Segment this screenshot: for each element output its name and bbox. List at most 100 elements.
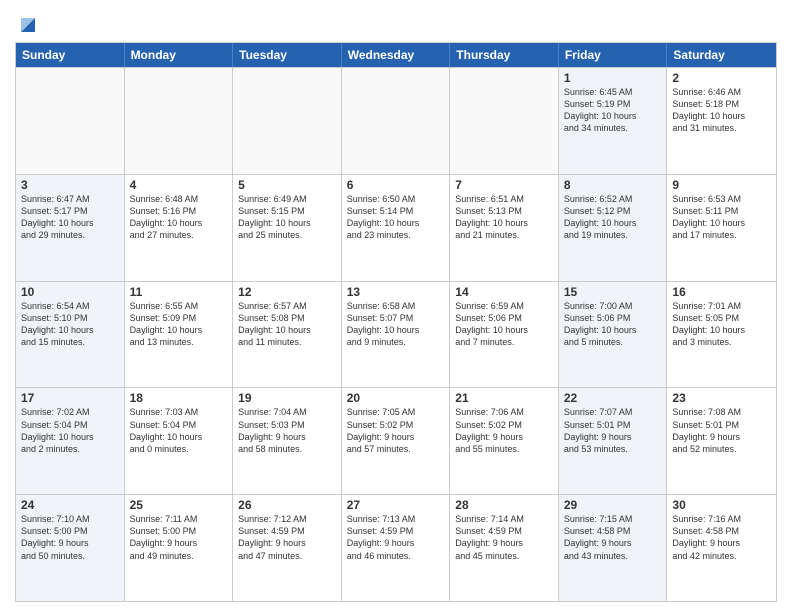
calendar-cell: 26Sunrise: 7:12 AM Sunset: 4:59 PM Dayli… [233,495,342,601]
calendar-cell: 23Sunrise: 7:08 AM Sunset: 5:01 PM Dayli… [667,388,776,494]
day-number: 1 [564,71,662,85]
day-number: 25 [130,498,228,512]
day-info: Sunrise: 7:00 AM Sunset: 5:06 PM Dayligh… [564,300,662,349]
calendar-row: 1Sunrise: 6:45 AM Sunset: 5:19 PM Daylig… [16,67,776,174]
day-info: Sunrise: 7:13 AM Sunset: 4:59 PM Dayligh… [347,513,445,562]
day-info: Sunrise: 7:10 AM Sunset: 5:00 PM Dayligh… [21,513,119,562]
day-info: Sunrise: 7:16 AM Sunset: 4:58 PM Dayligh… [672,513,771,562]
calendar-cell [125,68,234,174]
calendar-cell: 4Sunrise: 6:48 AM Sunset: 5:16 PM Daylig… [125,175,234,281]
day-number: 27 [347,498,445,512]
day-number: 2 [672,71,771,85]
calendar-row: 24Sunrise: 7:10 AM Sunset: 5:00 PM Dayli… [16,494,776,601]
day-info: Sunrise: 6:57 AM Sunset: 5:08 PM Dayligh… [238,300,336,349]
day-info: Sunrise: 6:48 AM Sunset: 5:16 PM Dayligh… [130,193,228,242]
calendar-cell: 30Sunrise: 7:16 AM Sunset: 4:58 PM Dayli… [667,495,776,601]
calendar-row: 17Sunrise: 7:02 AM Sunset: 5:04 PM Dayli… [16,387,776,494]
calendar-cell: 28Sunrise: 7:14 AM Sunset: 4:59 PM Dayli… [450,495,559,601]
day-info: Sunrise: 6:45 AM Sunset: 5:19 PM Dayligh… [564,86,662,135]
calendar-cell: 7Sunrise: 6:51 AM Sunset: 5:13 PM Daylig… [450,175,559,281]
day-number: 24 [21,498,119,512]
calendar-cell: 3Sunrise: 6:47 AM Sunset: 5:17 PM Daylig… [16,175,125,281]
day-info: Sunrise: 7:04 AM Sunset: 5:03 PM Dayligh… [238,406,336,455]
weekday-header: Wednesday [342,43,451,67]
calendar-cell: 19Sunrise: 7:04 AM Sunset: 5:03 PM Dayli… [233,388,342,494]
calendar-cell [233,68,342,174]
day-number: 13 [347,285,445,299]
calendar-cell: 5Sunrise: 6:49 AM Sunset: 5:15 PM Daylig… [233,175,342,281]
calendar-cell: 10Sunrise: 6:54 AM Sunset: 5:10 PM Dayli… [16,282,125,388]
weekday-header: Sunday [16,43,125,67]
calendar-cell [342,68,451,174]
day-info: Sunrise: 6:49 AM Sunset: 5:15 PM Dayligh… [238,193,336,242]
calendar-cell: 11Sunrise: 6:55 AM Sunset: 5:09 PM Dayli… [125,282,234,388]
day-number: 9 [672,178,771,192]
calendar-cell: 1Sunrise: 6:45 AM Sunset: 5:19 PM Daylig… [559,68,668,174]
calendar-cell: 14Sunrise: 6:59 AM Sunset: 5:06 PM Dayli… [450,282,559,388]
calendar-row: 10Sunrise: 6:54 AM Sunset: 5:10 PM Dayli… [16,281,776,388]
day-number: 3 [21,178,119,192]
calendar-cell: 6Sunrise: 6:50 AM Sunset: 5:14 PM Daylig… [342,175,451,281]
calendar-header: SundayMondayTuesdayWednesdayThursdayFrid… [16,43,776,67]
calendar-cell: 17Sunrise: 7:02 AM Sunset: 5:04 PM Dayli… [16,388,125,494]
page: SundayMondayTuesdayWednesdayThursdayFrid… [0,0,792,612]
calendar-cell: 8Sunrise: 6:52 AM Sunset: 5:12 PM Daylig… [559,175,668,281]
day-info: Sunrise: 6:55 AM Sunset: 5:09 PM Dayligh… [130,300,228,349]
calendar-cell [16,68,125,174]
calendar-cell: 18Sunrise: 7:03 AM Sunset: 5:04 PM Dayli… [125,388,234,494]
day-info: Sunrise: 7:01 AM Sunset: 5:05 PM Dayligh… [672,300,771,349]
calendar-cell: 22Sunrise: 7:07 AM Sunset: 5:01 PM Dayli… [559,388,668,494]
day-number: 21 [455,391,553,405]
header [15,10,777,36]
day-number: 29 [564,498,662,512]
day-info: Sunrise: 7:03 AM Sunset: 5:04 PM Dayligh… [130,406,228,455]
day-info: Sunrise: 7:14 AM Sunset: 4:59 PM Dayligh… [455,513,553,562]
calendar-cell: 20Sunrise: 7:05 AM Sunset: 5:02 PM Dayli… [342,388,451,494]
weekday-header: Thursday [450,43,559,67]
calendar-body: 1Sunrise: 6:45 AM Sunset: 5:19 PM Daylig… [16,67,776,601]
day-number: 15 [564,285,662,299]
calendar-cell: 2Sunrise: 6:46 AM Sunset: 5:18 PM Daylig… [667,68,776,174]
calendar-cell: 21Sunrise: 7:06 AM Sunset: 5:02 PM Dayli… [450,388,559,494]
day-number: 23 [672,391,771,405]
day-info: Sunrise: 7:06 AM Sunset: 5:02 PM Dayligh… [455,406,553,455]
day-info: Sunrise: 7:15 AM Sunset: 4:58 PM Dayligh… [564,513,662,562]
day-number: 14 [455,285,553,299]
weekday-header: Tuesday [233,43,342,67]
day-number: 17 [21,391,119,405]
day-number: 10 [21,285,119,299]
day-number: 26 [238,498,336,512]
day-number: 19 [238,391,336,405]
calendar-cell: 13Sunrise: 6:58 AM Sunset: 5:07 PM Dayli… [342,282,451,388]
calendar-cell [450,68,559,174]
day-number: 28 [455,498,553,512]
day-number: 11 [130,285,228,299]
day-info: Sunrise: 6:54 AM Sunset: 5:10 PM Dayligh… [21,300,119,349]
day-info: Sunrise: 7:07 AM Sunset: 5:01 PM Dayligh… [564,406,662,455]
day-info: Sunrise: 6:50 AM Sunset: 5:14 PM Dayligh… [347,193,445,242]
calendar-row: 3Sunrise: 6:47 AM Sunset: 5:17 PM Daylig… [16,174,776,281]
calendar-cell: 29Sunrise: 7:15 AM Sunset: 4:58 PM Dayli… [559,495,668,601]
day-info: Sunrise: 7:08 AM Sunset: 5:01 PM Dayligh… [672,406,771,455]
day-number: 22 [564,391,662,405]
calendar-cell: 27Sunrise: 7:13 AM Sunset: 4:59 PM Dayli… [342,495,451,601]
day-info: Sunrise: 6:51 AM Sunset: 5:13 PM Dayligh… [455,193,553,242]
day-number: 30 [672,498,771,512]
day-number: 8 [564,178,662,192]
weekday-header: Monday [125,43,234,67]
calendar-cell: 24Sunrise: 7:10 AM Sunset: 5:00 PM Dayli… [16,495,125,601]
calendar-cell: 9Sunrise: 6:53 AM Sunset: 5:11 PM Daylig… [667,175,776,281]
weekday-header: Friday [559,43,668,67]
day-number: 18 [130,391,228,405]
logo-icon [17,14,39,36]
day-info: Sunrise: 7:05 AM Sunset: 5:02 PM Dayligh… [347,406,445,455]
day-number: 6 [347,178,445,192]
day-number: 16 [672,285,771,299]
day-info: Sunrise: 6:59 AM Sunset: 5:06 PM Dayligh… [455,300,553,349]
day-info: Sunrise: 7:11 AM Sunset: 5:00 PM Dayligh… [130,513,228,562]
day-number: 7 [455,178,553,192]
day-number: 20 [347,391,445,405]
day-info: Sunrise: 6:47 AM Sunset: 5:17 PM Dayligh… [21,193,119,242]
calendar-cell: 15Sunrise: 7:00 AM Sunset: 5:06 PM Dayli… [559,282,668,388]
day-number: 12 [238,285,336,299]
